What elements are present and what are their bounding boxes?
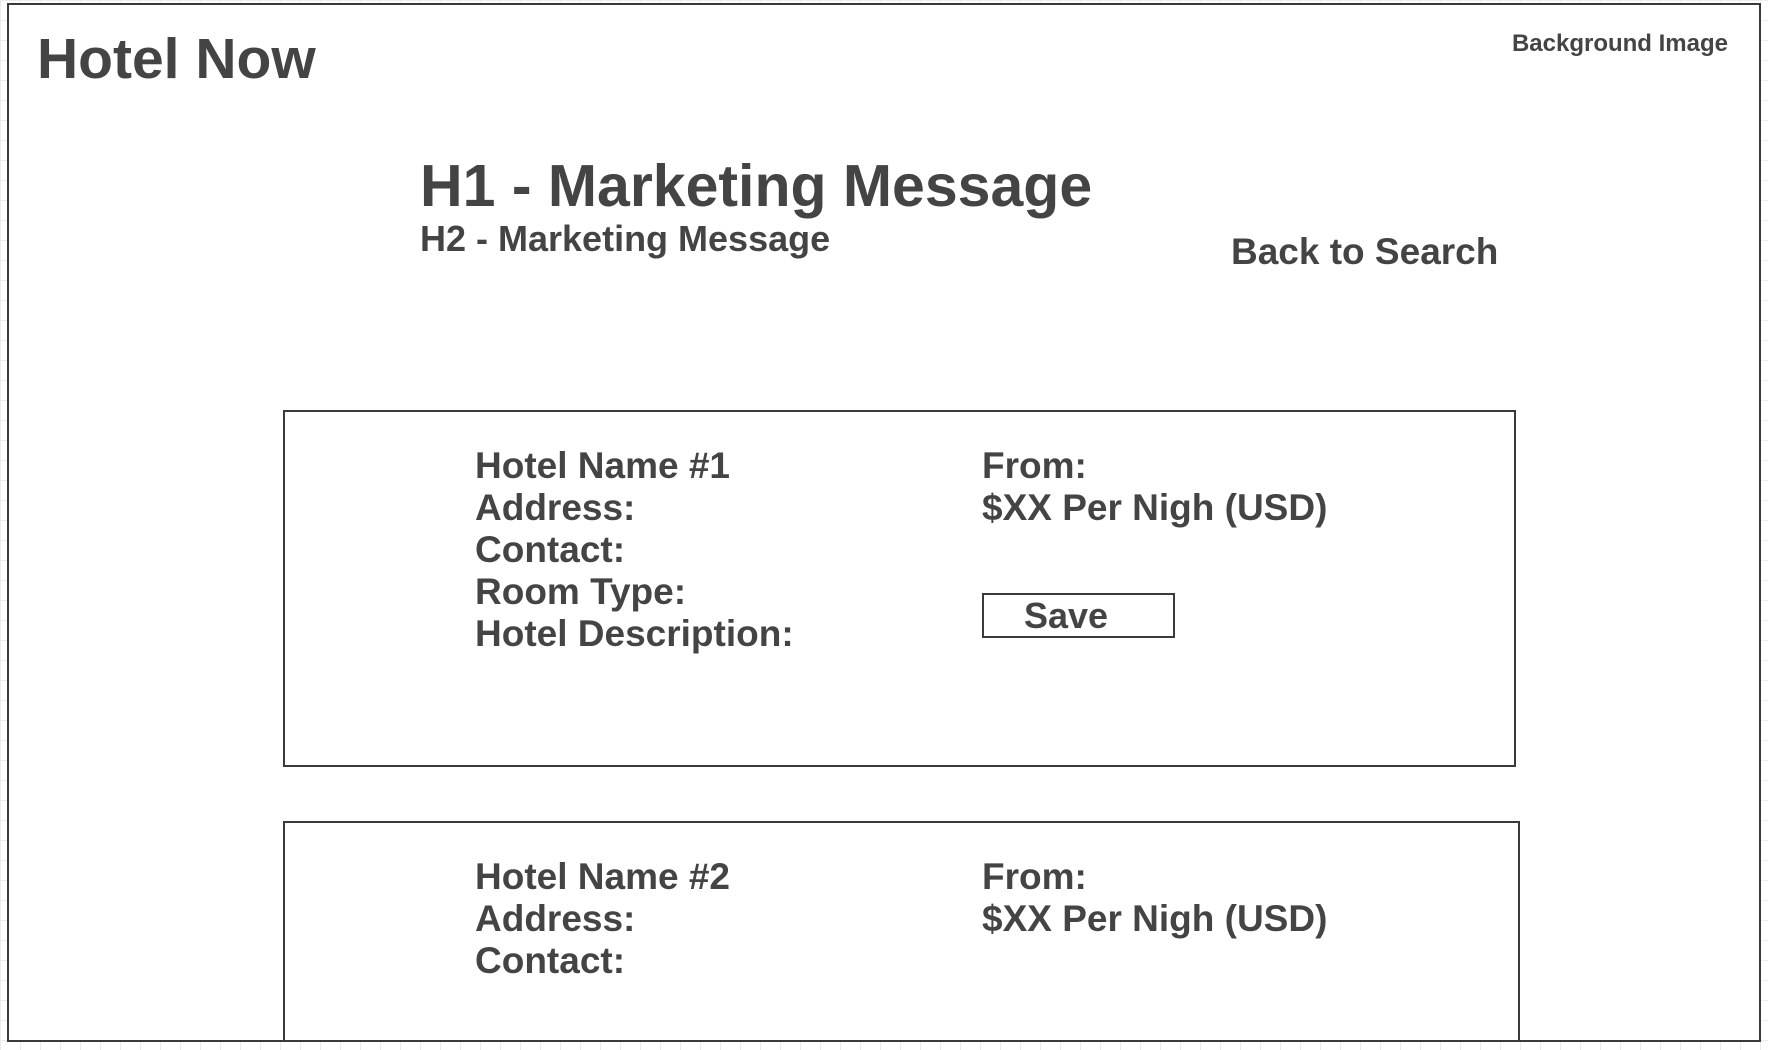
room-type-label: Room Type: [475,571,687,612]
wireframe-page: Hotel Now Background Image H1 - Marketin… [7,3,1761,1042]
address-label: Address: [475,487,636,528]
from-label: From: [982,445,1087,486]
price-per-night: $XX Per Nigh (USD) [982,898,1328,939]
back-to-search-link[interactable]: Back to Search [1231,233,1498,270]
price-block: From: $XX Per Nigh (USD) [982,445,1327,529]
hotel-name[interactable]: Hotel Name #1 [475,445,794,487]
save-button[interactable]: Save [982,593,1175,638]
address-label: Address: [475,898,636,939]
contact-label: Contact: [475,940,626,981]
hotel-details: Hotel Name #1 Address: Contact: Room Typ… [475,445,794,655]
marketing-subheadline: H2 - Marketing Message [420,218,831,259]
hotel-description-label: Hotel Description: [475,613,794,654]
hotel-details: Hotel Name #2 Address: Contact: [475,856,730,982]
site-logo[interactable]: Hotel Now [37,31,316,88]
background-image-label: Background Image [1511,30,1728,57]
marketing-headline: H1 - Marketing Message [420,153,1093,219]
price-per-night: $XX Per Nigh (USD) [982,487,1328,528]
hotel-name[interactable]: Hotel Name #2 [475,856,730,898]
hotel-card-2: Hotel Name #2 Address: Contact: From: $X… [283,821,1520,1040]
from-label: From: [982,856,1087,897]
contact-label: Contact: [475,529,626,570]
price-block: From: $XX Per Nigh (USD) [982,856,1327,940]
hotel-card-1: Hotel Name #1 Address: Contact: Room Typ… [283,410,1516,767]
